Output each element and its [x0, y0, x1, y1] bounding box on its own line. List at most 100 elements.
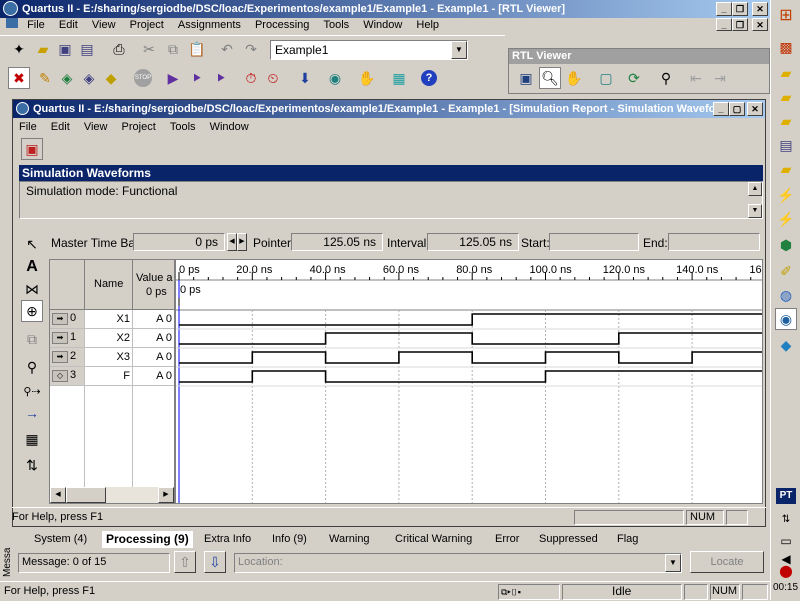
waveform-panel[interactable]: 0 ps 20.0 ns 40.0 ns 60.0 ns 80.0 ns 100.0 ns… — [175, 259, 763, 504]
signal-row-x1[interactable]: ➡ 0 X1 A 0 — [50, 310, 174, 329]
waveform-edit-icon[interactable]: ⋈ — [21, 278, 43, 300]
child-title-bar[interactable]: Quartus II - E:/sharing/sergiodbe/DSC/lo… — [13, 100, 765, 118]
waveform-x2[interactable] — [179, 332, 763, 345]
tab-warning[interactable]: Warning — [329, 531, 370, 548]
refresh-icon[interactable]: ⟳ — [623, 67, 645, 89]
col-value-header[interactable]: Value a — [136, 272, 173, 284]
copy-icon[interactable]: ⧉ — [162, 38, 184, 60]
mode-scroll-up[interactable]: ▲ — [748, 182, 762, 196]
waveform-f[interactable] — [179, 370, 763, 383]
zoom-icon[interactable]: 🔍︎ — [539, 67, 561, 89]
tab-processing[interactable]: Processing (9) — [102, 531, 193, 548]
child-menu-window[interactable]: Window — [210, 119, 249, 135]
lightning-icon[interactable]: ⚡ — [775, 184, 797, 206]
signal-row-x3[interactable]: ➡ 2 X3 A 0 — [50, 348, 174, 367]
new-file-icon[interactable]: ✦ — [8, 38, 30, 60]
sort-icon[interactable]: ⇅ — [21, 454, 43, 476]
group-icon[interactable]: ▦ — [21, 428, 43, 450]
menu-processing[interactable]: Processing — [255, 17, 309, 33]
save-icon[interactable]: ▣ — [54, 38, 76, 60]
location-field[interactable]: Location: ▼ — [234, 553, 682, 573]
folder-icon-4[interactable]: ▰ — [775, 158, 797, 180]
pin-planner-icon[interactable]: ◉ — [324, 67, 346, 89]
tab-error[interactable]: Error — [495, 531, 519, 548]
chip-planner-icon[interactable]: ⬇ — [294, 67, 316, 89]
compiler-tool-icon[interactable]: ✖ — [8, 67, 30, 89]
start-compile-icon[interactable]: ▶ — [162, 67, 184, 89]
restore-button[interactable]: ❐ — [732, 2, 748, 16]
programmer-icon[interactable]: ✋ — [356, 67, 378, 89]
child-menu-project[interactable]: Project — [122, 119, 156, 135]
office-icon[interactable]: ▩ — [775, 36, 797, 58]
menu-window[interactable]: Window — [363, 17, 402, 33]
child-menu-file[interactable]: File — [19, 119, 37, 135]
menu-view[interactable]: View — [92, 17, 116, 33]
save-all-icon[interactable]: ▤ — [76, 38, 98, 60]
hscroll-left[interactable]: ◀ — [50, 487, 66, 503]
report-icon[interactable]: ▣ — [21, 138, 43, 160]
redo-icon[interactable]: ↷ — [240, 38, 262, 60]
menu-assignments[interactable]: Assignments — [178, 17, 241, 33]
cut-icon[interactable]: ✂ — [138, 38, 160, 60]
paste-icon[interactable]: 📋 — [186, 38, 208, 60]
menu-help[interactable]: Help — [416, 17, 439, 33]
tab-critical-warning[interactable]: Critical Warning — [395, 531, 472, 548]
expand-arrow-icon[interactable]: ⇅ — [775, 508, 797, 530]
globe-icon[interactable]: ◍ — [775, 284, 797, 306]
master-time-bar-field[interactable]: 0 ps — [133, 233, 225, 251]
fit-window-icon[interactable]: ▢ — [595, 67, 617, 89]
menu-tools[interactable]: Tools — [323, 17, 349, 33]
selection-tool-icon[interactable]: ↖ — [21, 233, 43, 255]
app-title-bar[interactable]: Quartus II - E:/sharing/sergiodbe/DSC/lo… — [0, 0, 770, 18]
waveform-svg[interactable]: 0 ps 20.0 ns 40.0 ns 60.0 ns 80.0 ns 100.0 ns… — [176, 260, 763, 504]
minimize-button[interactable]: _ — [716, 2, 732, 16]
waveform-x3[interactable] — [179, 351, 763, 364]
waveform-x1[interactable] — [179, 313, 763, 326]
child-menu-view[interactable]: View — [84, 119, 108, 135]
time-bar-prev-button[interactable]: ◀ — [227, 233, 237, 251]
folder-icon-3[interactable]: ▰ — [775, 110, 797, 132]
text-tool-icon[interactable]: A — [21, 256, 43, 278]
pencil-icon[interactable]: ✎ — [34, 67, 56, 89]
rtl-viewer-title[interactable]: RTL Viewer — [509, 49, 769, 64]
tab-extra-info[interactable]: Extra Info — [204, 531, 251, 548]
goto-icon[interactable]: → — [21, 402, 43, 424]
tab-suppressed[interactable]: Suppressed — [539, 531, 598, 548]
child-maximize-button[interactable]: ▢ — [729, 102, 745, 116]
rtl-select-icon[interactable]: ▣ — [515, 67, 537, 89]
prev-message-icon[interactable]: ⇧ — [174, 551, 196, 573]
brush-icon[interactable]: ✐ — [775, 260, 797, 282]
tab-system[interactable]: System (4) — [34, 531, 87, 548]
signal-row-x2[interactable]: ➡ 1 X2 A 0 — [50, 329, 174, 348]
quartus-icon[interactable]: ◉ — [775, 308, 797, 330]
help-icon[interactable]: ? — [418, 67, 440, 89]
find-icon[interactable]: ⚲ — [655, 67, 677, 89]
child-menu-edit[interactable]: Edit — [51, 119, 70, 135]
tab-flag[interactable]: Flag — [617, 531, 638, 548]
forward-icon[interactable]: ⇥ — [709, 67, 731, 89]
zoom-tool-icon[interactable]: ⊕ — [21, 300, 43, 322]
folder-icon-1[interactable]: ▰ — [775, 62, 797, 84]
mdi-restore-button[interactable]: ❐ — [732, 18, 748, 31]
undo-icon[interactable]: ↶ — [216, 38, 238, 60]
start-timing-icon[interactable]: ⯈ — [210, 67, 232, 89]
project-combo[interactable]: Example1 ▼ — [270, 40, 468, 60]
mode-scroll-down[interactable]: ▼ — [748, 204, 762, 218]
chevron-down-icon[interactable]: ▼ — [451, 41, 467, 59]
menu-project[interactable]: Project — [130, 17, 164, 33]
menu-file[interactable]: File — [27, 17, 45, 33]
find-signal-icon[interactable]: ⚲ — [21, 356, 43, 378]
mdi-minimize-button[interactable]: _ — [716, 18, 732, 31]
locate-button[interactable]: Locate — [690, 551, 764, 573]
antivirus-icon[interactable]: ⬤ — [775, 560, 797, 582]
lightning-blue-icon[interactable]: ⚡ — [775, 208, 797, 230]
assembler-icon[interactable]: ◆ — [100, 67, 122, 89]
hscroll-right[interactable]: ▶ — [158, 487, 174, 503]
chip-icon[interactable]: ⬢ — [775, 234, 797, 256]
start-analysis-icon[interactable]: ⯈ — [186, 67, 208, 89]
tab-info[interactable]: Info (9) — [272, 531, 307, 548]
analysis-icon[interactable]: ◈ — [56, 67, 78, 89]
signal-table-hscroll[interactable]: ◀ ▶ — [50, 487, 174, 503]
mdi-close-button[interactable]: ✕ — [752, 18, 768, 31]
find-next-icon[interactable]: ⚲⇢ — [21, 380, 43, 402]
